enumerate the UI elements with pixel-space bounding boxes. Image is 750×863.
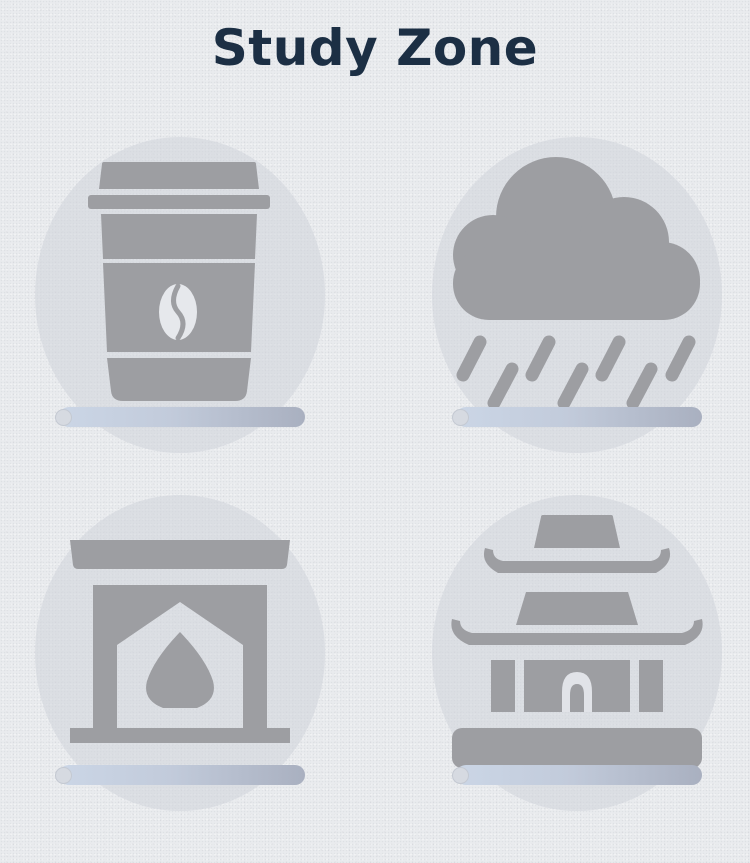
sound-tile-temple[interactable]: [432, 495, 722, 811]
volume-slider[interactable]: [55, 765, 305, 785]
temple-icon: [451, 515, 703, 768]
rain-cloud-icon: [453, 157, 700, 410]
sound-tile-fireplace[interactable]: [35, 495, 325, 811]
volume-slider-handle[interactable]: [452, 409, 469, 426]
sound-tile-coffee-shop[interactable]: [35, 137, 325, 453]
volume-slider[interactable]: [55, 407, 305, 427]
coffee-cup-icon: [88, 162, 270, 401]
page-title: Study Zone: [211, 19, 539, 77]
volume-slider[interactable]: [452, 407, 702, 427]
volume-slider-handle[interactable]: [55, 767, 72, 784]
volume-slider-handle[interactable]: [452, 767, 469, 784]
volume-slider[interactable]: [452, 765, 702, 785]
volume-slider-track[interactable]: [456, 407, 702, 427]
volume-slider-handle[interactable]: [55, 409, 72, 426]
sound-tile-rain[interactable]: [432, 137, 722, 453]
fireplace-icon: [70, 540, 290, 743]
volume-slider-track[interactable]: [456, 765, 702, 785]
volume-slider-track[interactable]: [59, 407, 305, 427]
volume-slider-track[interactable]: [59, 765, 305, 785]
